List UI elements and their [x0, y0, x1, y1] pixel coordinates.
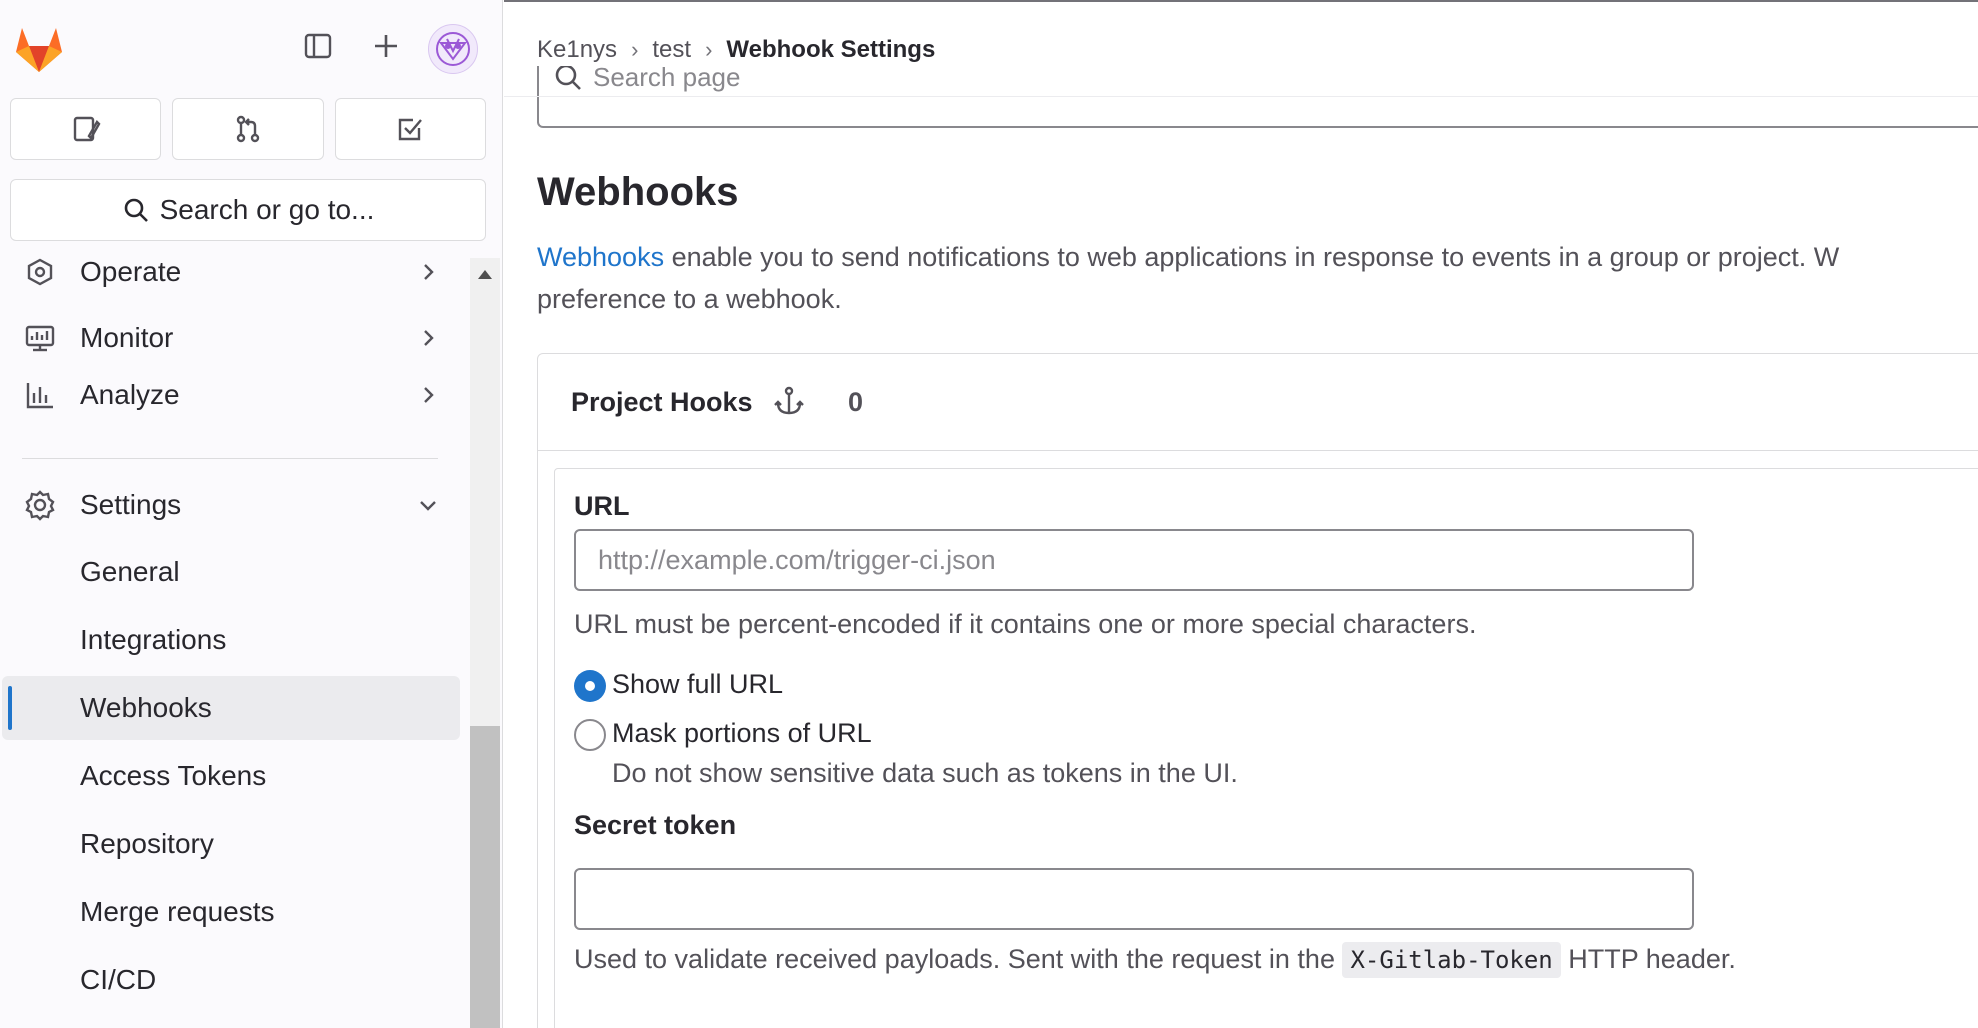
- todo-icon: [399, 118, 423, 141]
- sidebar-subitem-label: Merge requests: [80, 896, 275, 927]
- sidebar-topbar: [0, 0, 503, 98]
- breadcrumb: Ke1nys › test › Webhook Settings: [537, 34, 935, 66]
- url-help-text: URL must be percent-encoded if it contai…: [574, 609, 1477, 639]
- sidebar-subitem-label: Access Tokens: [80, 760, 267, 791]
- project-hooks-title: Project Hooks: [571, 386, 753, 417]
- secret-help-pre: Used to validate received payloads. Sent…: [574, 944, 1343, 974]
- operate-icon: [22, 256, 58, 290]
- sidebar-item-analyze[interactable]: Analyze: [0, 363, 460, 427]
- webhook-form: URL URL must be percent-encoded if it co…: [554, 468, 1978, 1028]
- show-full-url-radio[interactable]: [574, 670, 606, 702]
- main-content: Search page Ke1nys › test › Webhook Sett…: [504, 0, 1978, 1028]
- chevron-right-icon: [416, 260, 440, 284]
- analyze-icon: [22, 377, 58, 413]
- monitor-icon: [22, 320, 58, 356]
- sidebar-item-label: Operate: [80, 256, 182, 287]
- webhooks-docs-link[interactable]: Webhooks: [537, 242, 664, 272]
- search-icon: [553, 66, 583, 97]
- avatar[interactable]: [428, 24, 478, 74]
- page-description: Webhooks enable you to send notification…: [537, 236, 1978, 320]
- sidebar-subitem-repository[interactable]: Repository: [0, 812, 460, 876]
- search-or-go-to-button[interactable]: Search or go to...: [10, 179, 486, 241]
- scroll-up-arrow-icon[interactable]: [478, 270, 492, 279]
- chevron-right-icon: [416, 326, 440, 350]
- secret-token-input[interactable]: [574, 868, 1694, 930]
- top-border: [504, 0, 1978, 2]
- sidebar-nav: Operate Monitor Analyze Settings General…: [0, 256, 468, 1028]
- breadcrumb-item-current[interactable]: Webhook Settings: [726, 36, 935, 64]
- page-title: Webhooks: [537, 170, 739, 214]
- mask-url-help-text: Do not show sensitive data such as token…: [612, 758, 1238, 788]
- sidebar-item-label: Settings: [80, 489, 182, 520]
- breadcrumb-item-namespace[interactable]: Ke1nys: [537, 36, 617, 64]
- sidebar-scrollbar-thumb[interactable]: [470, 726, 500, 1028]
- search-page-input[interactable]: Search page: [537, 66, 1978, 128]
- search-page-placeholder: Search page: [593, 66, 741, 92]
- breadcrumb-bar-border: [504, 96, 1978, 97]
- sidebar-subitem-access-tokens[interactable]: Access Tokens: [0, 744, 460, 808]
- chevron-right-icon: ›: [631, 37, 639, 62]
- merge-requests-tab[interactable]: [172, 98, 324, 160]
- show-full-url-label[interactable]: Show full URL: [612, 669, 783, 700]
- secret-help-post: HTTP header.: [1560, 944, 1736, 974]
- breadcrumb-item-project[interactable]: test: [652, 36, 691, 64]
- anchor-icon: [774, 386, 804, 421]
- chevron-down-icon: [416, 493, 440, 517]
- project-hooks-card: Project Hooks 0 URL URL must be percent-…: [537, 353, 1978, 1028]
- sidebar-subitem-label: Integrations: [80, 624, 227, 655]
- merge-request-icon: [236, 115, 260, 143]
- sidebar-item-settings[interactable]: Settings: [0, 473, 460, 537]
- sidebar-item-monitor[interactable]: Monitor: [0, 306, 460, 370]
- secret-token-label: Secret token: [574, 810, 737, 840]
- hooks-count: 0: [848, 386, 864, 417]
- nav-divider: [22, 458, 438, 459]
- token-header-code: X-Gitlab-Token: [1342, 942, 1561, 978]
- secret-token-help-text: Used to validate received payloads. Sent…: [574, 942, 1736, 978]
- sidebar-subitem-label: General: [80, 556, 180, 587]
- issues-tab[interactable]: [10, 98, 162, 160]
- sidebar: Search or go to... Operate Monitor Analy…: [0, 0, 503, 1028]
- issues-icon: [73, 116, 101, 142]
- sidebar-subitem-label: Webhooks: [80, 692, 212, 723]
- search-icon: [124, 198, 148, 222]
- plus-icon[interactable]: [366, 26, 406, 66]
- sidebar-subitem-ci-cd[interactable]: CI/CD: [0, 948, 460, 1012]
- sidebar-item-label: Analyze: [80, 379, 180, 410]
- url-label: URL: [574, 491, 630, 521]
- mask-url-radio[interactable]: [574, 719, 606, 751]
- gitlab-logo-icon[interactable]: [12, 22, 66, 76]
- sidebar-item-label: Monitor: [80, 322, 174, 353]
- sidebar-subitem-integrations[interactable]: Integrations: [0, 608, 460, 672]
- sidebar-subitem-general[interactable]: General: [0, 540, 460, 604]
- project-hooks-header: Project Hooks 0: [538, 354, 1978, 451]
- sidebar-item-operate[interactable]: Operate: [0, 256, 460, 304]
- search-label: Search or go to...: [159, 194, 375, 225]
- url-input[interactable]: [574, 529, 1694, 591]
- chevron-right-icon: ›: [705, 37, 713, 62]
- todos-tab[interactable]: [334, 98, 486, 160]
- mask-url-label[interactable]: Mask portions of URL: [612, 718, 872, 749]
- settings-gear-icon: [22, 487, 58, 523]
- sidebar-quick-tabs: [10, 98, 486, 160]
- chevron-right-icon: [416, 383, 440, 407]
- sidebar-subitem-label: CI/CD: [80, 964, 157, 995]
- sidebar-toggle-icon[interactable]: [298, 26, 338, 66]
- sidebar-subitem-merge-requests[interactable]: Merge requests: [0, 880, 460, 944]
- description-text: enable you to send notifications to web …: [664, 242, 1840, 272]
- sidebar-subitem-webhooks[interactable]: Webhooks: [2, 676, 460, 740]
- description-text-line2: preference to a webhook.: [537, 284, 842, 314]
- sidebar-subitem-label: Repository: [80, 828, 214, 859]
